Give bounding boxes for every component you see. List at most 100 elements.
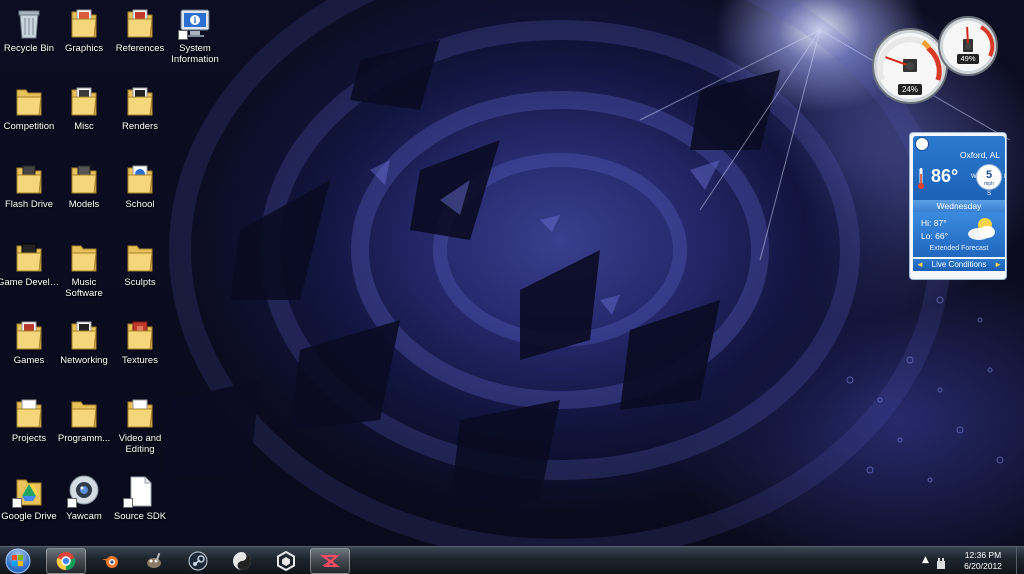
desktop-icon-flash-drive[interactable]: Flash Drive <box>0 158 60 234</box>
show-hidden-icons-chevron-icon[interactable]: ▲ <box>922 555 929 565</box>
desktop-icon-label: Yawcam <box>66 511 102 522</box>
clock-date: 6/20/2012 <box>964 561 1002 571</box>
steam-icon <box>188 551 208 571</box>
desktop-icon-recycle-bin[interactable]: Recycle Bin <box>0 2 60 78</box>
show-desktop-button[interactable] <box>1016 547 1024 574</box>
desktop-icon-label: Networking <box>60 355 108 366</box>
taskbar-blender-button[interactable] <box>90 548 130 574</box>
desktop-icon-video-and-editing[interactable]: Video and Editing <box>109 392 171 468</box>
weather-current-panel: Oxford, AL 86° W E S 5 mph <box>913 136 1006 206</box>
weather-gadget[interactable]: Oxford, AL 86° W E S 5 mph Wednesday Hi:… <box>909 132 1007 280</box>
desktop-icon-source-sdk[interactable]: Source SDK <box>109 470 171 546</box>
forecast-panel: Hi: 87° Lo: 66° Extended Forecast <box>913 212 1005 257</box>
shortcut-arrow-icon <box>123 498 133 508</box>
folder-icon <box>123 240 157 274</box>
desktop-icon-label: Misc <box>74 121 94 132</box>
document-icon <box>123 474 157 508</box>
desktop-icon-graphics[interactable]: Graphics <box>53 2 115 78</box>
desktop-icon-label: Programm... <box>57 433 111 444</box>
svg-text:i: i <box>193 15 196 25</box>
desktop-icon-label: Source SDK <box>113 511 167 522</box>
yawcam-icon <box>67 474 101 508</box>
taskbar-zbrush-button[interactable] <box>310 548 350 574</box>
chrome-icon <box>56 552 76 571</box>
blender-icon <box>102 556 118 568</box>
folder-icon <box>123 396 157 430</box>
recycle-bin-icon <box>12 6 46 40</box>
desktop-icon-networking[interactable]: Networking <box>53 314 115 390</box>
shortcut-arrow-icon <box>178 30 188 40</box>
start-button[interactable] <box>3 548 33 574</box>
weather-logo-icon <box>915 137 929 151</box>
gimp-icon <box>147 552 161 568</box>
extended-forecast-link[interactable]: Extended Forecast <box>913 245 1005 252</box>
desktop-icon-google-drive[interactable]: Google Drive <box>0 470 60 546</box>
folder-icon <box>123 162 157 196</box>
google-drive-icon <box>12 474 46 508</box>
shortcut-arrow-icon <box>12 498 22 508</box>
thermometer-icon <box>918 168 924 190</box>
live-conditions-label[interactable]: Live Conditions <box>932 260 987 269</box>
folder-icon <box>67 396 101 430</box>
partly-cloudy-icon <box>963 216 999 242</box>
desktop-icon-label: Models <box>68 199 100 210</box>
folder-icon <box>67 84 101 118</box>
desktop-icon-system-information[interactable]: i System Information <box>164 2 226 78</box>
folder-icon <box>12 84 46 118</box>
live-conditions-bar: ◄ Live Conditions ► <box>913 259 1005 271</box>
desktop-icon-references[interactable]: References <box>109 2 171 78</box>
desktop-icon-renders[interactable]: Renders <box>109 80 171 156</box>
taskbar-sculptris-button[interactable] <box>222 548 262 574</box>
cpu-meter-gadget[interactable]: 24% 49% <box>868 8 1004 104</box>
cpu-percent: 24% <box>898 84 922 95</box>
next-arrow-icon[interactable]: ► <box>994 259 1002 271</box>
folder-icon <box>12 318 46 352</box>
desktop-icon-label: Graphics <box>64 43 103 54</box>
forecast-hi: Hi: 87° <box>921 218 947 228</box>
taskbar-unity-button[interactable] <box>266 548 306 574</box>
sculptris-icon <box>233 552 251 570</box>
clock-time: 12:36 PM <box>964 550 1002 560</box>
compass-e: E <box>1004 174 1006 180</box>
folder-icon <box>123 84 157 118</box>
desktop-icon-misc[interactable]: Misc <box>53 80 115 156</box>
folder-icon <box>67 6 101 40</box>
folder-icon <box>12 162 46 196</box>
desktop-icon-school[interactable]: School <box>109 158 171 234</box>
taskbar-steam-button[interactable] <box>178 548 218 574</box>
system-tray: ▲ 12:36 PM 6/20/2012 <box>914 547 1024 574</box>
desktop-icon-label: Renders <box>122 121 158 132</box>
desktop-icon-game-development[interactable]: Game Developme... <box>0 236 61 312</box>
desktop-icon-label: Music Software <box>65 277 103 299</box>
desktop-icon-label: Textures <box>122 355 158 366</box>
folder-icon <box>12 396 46 430</box>
desktop-icon-models[interactable]: Models <box>53 158 115 234</box>
taskbar: ▲ 12:36 PM 6/20/2012 <box>0 546 1024 574</box>
desktop-icon-games[interactable]: Games <box>0 314 60 390</box>
memory-percent: 49% <box>957 54 979 64</box>
taskbar-chrome-button[interactable] <box>46 548 86 574</box>
unity-icon <box>277 551 295 571</box>
folder-icon <box>67 318 101 352</box>
folder-icon <box>123 318 157 352</box>
shortcut-arrow-icon <box>67 498 77 508</box>
wind-unit: mph <box>984 181 994 187</box>
wind-compass: 5 mph <box>976 164 1002 190</box>
folder-icon <box>67 162 101 196</box>
taskbar-gimp-button[interactable] <box>134 548 174 574</box>
folder-icon <box>12 240 46 274</box>
tray-app-icon[interactable] <box>936 555 946 569</box>
prev-arrow-icon[interactable]: ◄ <box>916 259 924 271</box>
desktop-icon-yawcam[interactable]: Yawcam <box>53 470 115 546</box>
desktop-icon-projects[interactable]: Projects <box>0 392 60 468</box>
zbrush-icon <box>320 555 340 567</box>
weather-city: Oxford, AL <box>959 150 1000 160</box>
desktop-icon-programming[interactable]: Programm... <box>53 392 115 468</box>
windows-logo-icon <box>5 548 31 574</box>
desktop-icon-sculpts[interactable]: Sculpts <box>109 236 171 312</box>
desktop-icon-competition[interactable]: Competition <box>0 80 60 156</box>
desktop-icon-music-software[interactable]: Music Software <box>53 236 115 312</box>
desktop-icon-label: School <box>125 199 155 210</box>
desktop-icon-textures[interactable]: Textures <box>109 314 171 390</box>
taskbar-clock[interactable]: 12:36 PM 6/20/2012 <box>954 550 1012 572</box>
